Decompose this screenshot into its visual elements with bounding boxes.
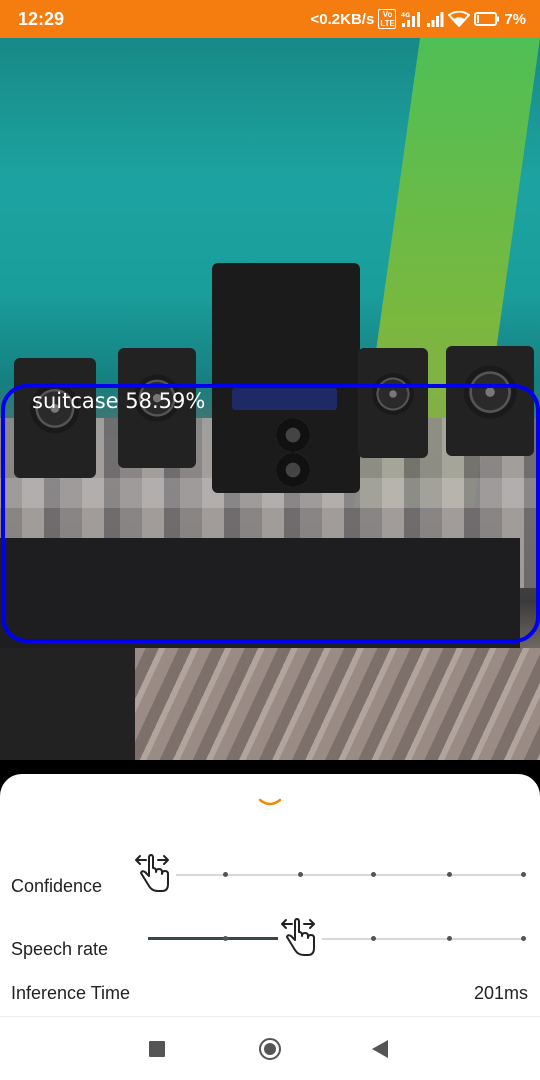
- slider-tick: [521, 936, 526, 941]
- volte-icon: Vo LTE: [378, 9, 397, 29]
- back-icon[interactable]: [372, 1040, 388, 1058]
- inference-time-value: 201ms: [473, 983, 528, 1003]
- wifi-icon: [448, 11, 471, 27]
- hand-pointer-icon[interactable]: [132, 850, 176, 896]
- battery-icon: [474, 11, 500, 27]
- slider-tick: [371, 872, 376, 877]
- hand-pointer-icon[interactable]: [278, 914, 322, 960]
- status-icons: <0.2KB/s Vo LTE 4G 7%: [311, 9, 526, 29]
- slider-tick: [223, 936, 228, 941]
- home-icon[interactable]: [259, 1038, 281, 1060]
- network-type: 4G: [401, 12, 410, 19]
- chevron-down-icon[interactable]: [257, 796, 283, 810]
- confidence-slider[interactable]: [132, 850, 526, 896]
- speech-rate-label: Speech rate: [11, 939, 109, 959]
- slider-tick: [371, 936, 376, 941]
- confidence-label: Confidence: [11, 876, 103, 896]
- slider-tick: [223, 872, 228, 877]
- detection-label: suitcase 58.59%: [32, 389, 206, 413]
- status-bar: 12:29 <0.2KB/s Vo LTE 4G 7%: [0, 0, 540, 38]
- detection-box: [1, 384, 540, 643]
- slider-track: [148, 874, 524, 876]
- navigation-bar: [0, 1016, 540, 1080]
- settings-sheet: Confidence Speech rate Inference Time 20…: [0, 774, 540, 1016]
- signal-4g-icon: 4G: [400, 11, 422, 27]
- speech-rate-slider[interactable]: [148, 914, 526, 960]
- slider-tick: [447, 936, 452, 941]
- slider-tick: [521, 872, 526, 877]
- inference-time-label: Inference Time: [11, 983, 131, 1003]
- slider-tick: [298, 872, 303, 877]
- book: [0, 648, 135, 760]
- signal-icon: [426, 11, 444, 27]
- network-speed: <0.2KB/s: [310, 10, 375, 28]
- recents-icon[interactable]: [149, 1041, 165, 1057]
- slider-tick: [447, 872, 452, 877]
- status-time: 12:29: [18, 8, 65, 29]
- battery-percent: 7%: [504, 10, 526, 28]
